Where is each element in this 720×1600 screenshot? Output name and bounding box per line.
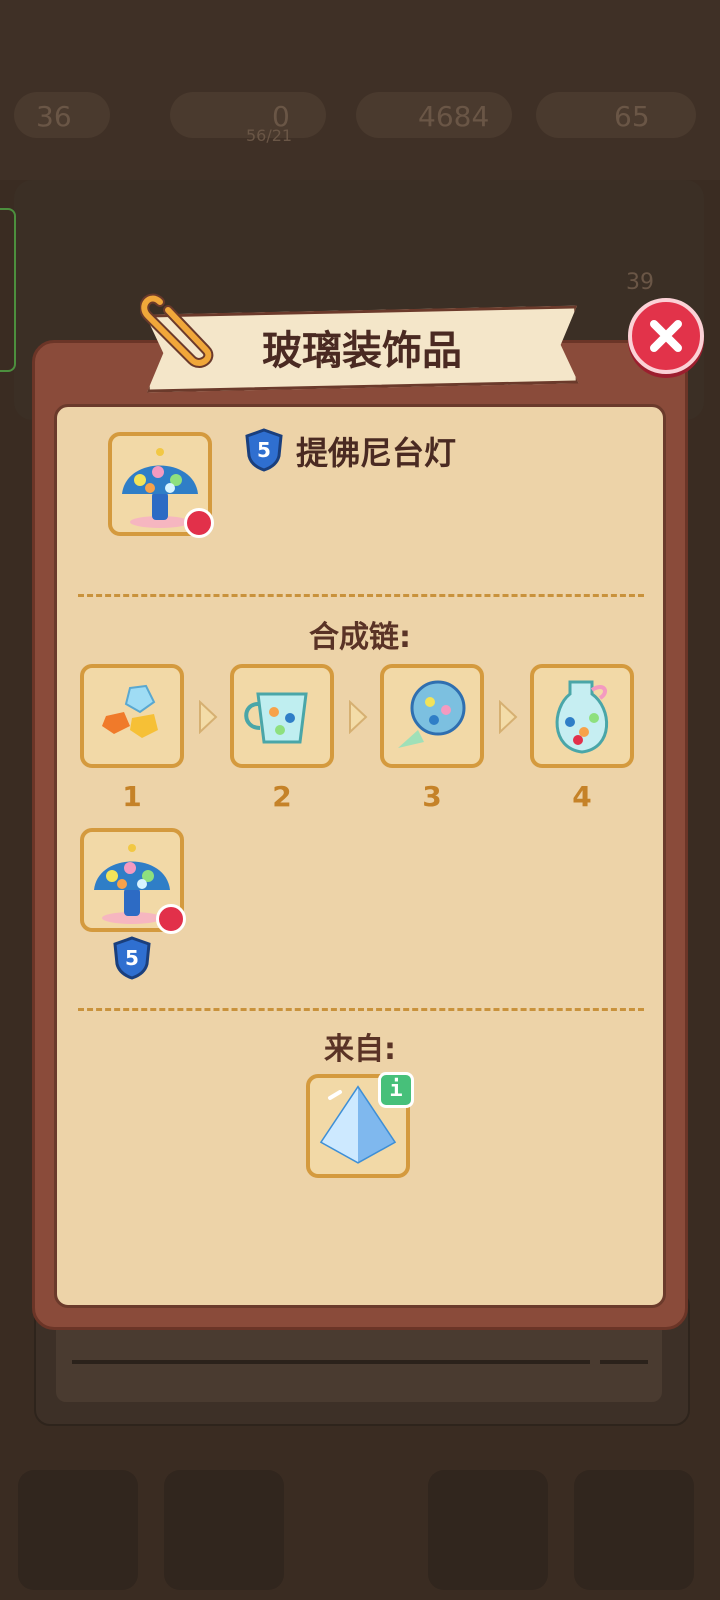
tool-slot bbox=[574, 1470, 694, 1590]
board-divider bbox=[72, 1360, 590, 1364]
chain-step-tile[interactable] bbox=[80, 664, 184, 768]
glass-gems-icon bbox=[102, 684, 158, 738]
crown-icon bbox=[156, 904, 186, 934]
close-button[interactable] bbox=[628, 298, 704, 374]
item-preview-tile bbox=[108, 432, 214, 538]
section-divider bbox=[78, 1008, 644, 1011]
coin-stat-value: 4684 bbox=[418, 100, 490, 133]
chain-step-number: 2 bbox=[272, 780, 292, 813]
mosaic-wind-chime-icon bbox=[398, 680, 466, 748]
chain-step-level: 5 bbox=[125, 946, 139, 970]
chain-step-tile[interactable] bbox=[80, 828, 186, 934]
mosaic-cup-icon bbox=[244, 692, 308, 744]
board-divider-short bbox=[600, 1360, 648, 1364]
tool-slot bbox=[18, 1470, 138, 1590]
side-tab bbox=[0, 208, 16, 372]
paperclip-icon bbox=[140, 293, 214, 368]
chain-step-number: 3 bbox=[422, 780, 442, 813]
tool-slot bbox=[164, 1470, 284, 1590]
item-name: 提佛尼台灯 bbox=[296, 434, 457, 472]
close-x-icon bbox=[650, 320, 682, 352]
item-level: 5 bbox=[257, 438, 271, 462]
level-shield-icon: 5 bbox=[245, 428, 283, 472]
chevron-right-icon bbox=[199, 700, 218, 734]
tool-slot bbox=[428, 1470, 548, 1590]
section-divider bbox=[78, 594, 644, 597]
chevron-right-icon bbox=[349, 700, 368, 734]
crown-icon bbox=[184, 508, 214, 538]
source-title: 来自: bbox=[324, 1032, 396, 1067]
mosaic-vase-icon bbox=[555, 680, 608, 754]
chevron-right-icon bbox=[499, 700, 518, 734]
merge-chain-title: 合成链: bbox=[309, 620, 411, 655]
level-stat-value: 36 bbox=[36, 100, 72, 133]
info-icon[interactable]: i bbox=[378, 1072, 414, 1108]
chain-step-tile[interactable] bbox=[530, 664, 634, 768]
chain-step-tile[interactable] bbox=[380, 664, 484, 768]
chain-step-number: 4 bbox=[572, 780, 592, 813]
top-bar bbox=[0, 0, 720, 180]
gem-stat-value: 65 bbox=[614, 100, 650, 133]
chain-step-tile[interactable] bbox=[230, 664, 334, 768]
level-shield-icon: 5 bbox=[113, 936, 151, 980]
order-badge-value: 39 bbox=[626, 270, 654, 295]
chain-step-number: 1 bbox=[122, 780, 142, 813]
energy-stat-sub: 56/21 bbox=[246, 126, 293, 145]
